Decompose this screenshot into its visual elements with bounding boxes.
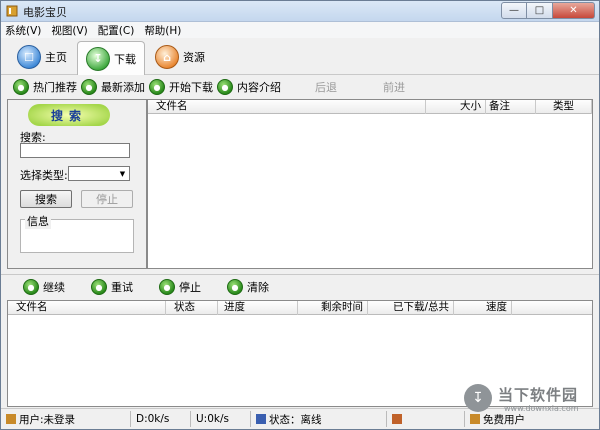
clear-button[interactable]: ● 清除 (227, 278, 269, 296)
file-list-header: 文件名 大小 备注 类型 (148, 100, 592, 114)
button-label: 继续 (43, 281, 65, 294)
column-progress[interactable]: 进度 (218, 301, 298, 315)
forward-button[interactable]: 前进 (383, 78, 405, 96)
button-label: 清除 (247, 281, 269, 294)
app-icon (6, 5, 18, 17)
column-speed[interactable]: 速度 (454, 301, 512, 315)
watermark-url: www.downxia.com (504, 404, 579, 413)
button-label: 最新添加 (101, 81, 145, 94)
button-label: 内容介绍 (237, 81, 281, 94)
stop-task-button[interactable]: ● 停止 (159, 278, 201, 296)
window-title: 电影宝贝 (23, 6, 67, 19)
latest-added-icon: ● (81, 79, 97, 95)
status-connection-text: 状态：离线 (269, 413, 322, 426)
task-toolbar: ● 继续 ● 重试 ● 停止 ● 清除 (1, 274, 599, 298)
continue-icon: ● (23, 279, 39, 295)
status-user: 用户:未登录 (3, 411, 131, 427)
download-icon: ↧ (86, 46, 110, 71)
type-label: 选择类型: (20, 169, 68, 182)
retry-button[interactable]: ● 重试 (91, 278, 133, 296)
resource-icon: ⌂ (155, 45, 179, 69)
status-connection: 状态：离线 (253, 411, 387, 427)
hot-recommend-icon: ● (13, 79, 29, 95)
file-list[interactable]: 文件名 大小 备注 类型 (147, 99, 593, 269)
tab-label: 主页 (45, 51, 67, 64)
start-download-button[interactable]: ● 开始下载 (149, 78, 213, 96)
type-select[interactable]: ▼ (68, 166, 130, 181)
column-downloaded[interactable]: 已下载/总共 (368, 301, 454, 315)
user-icon (6, 414, 16, 424)
maximize-icon[interactable]: □ (527, 2, 553, 19)
tab-resource[interactable]: ⌂ 资源 (147, 41, 213, 73)
main-window: 电影宝贝 — □ ✕ 系统(V) 视图(V) 配置(C) 帮助(H) ☐ 主页 … (0, 0, 600, 430)
search-input[interactable] (20, 143, 130, 158)
tab-download[interactable]: ↧ 下载 (77, 41, 145, 75)
tab-bar: ☐ 主页 ↧ 下载 ⌂ 资源 (1, 38, 599, 75)
start-download-icon: ● (149, 79, 165, 95)
search-panel: 搜索 搜索: 选择类型: ▼ 搜索 停止 信息 (7, 99, 147, 269)
menu-system[interactable]: 系统(V) (5, 23, 41, 38)
search-banner-text: 搜索 (50, 108, 87, 123)
column-filename[interactable]: 文件名 (8, 301, 166, 315)
status-misc (389, 411, 465, 427)
column-note[interactable]: 备注 (486, 100, 536, 114)
status-down-speed: D:0k/s (133, 411, 191, 427)
menu-view[interactable]: 视图(V) (51, 23, 87, 38)
info-box: 信息 (20, 213, 134, 253)
continue-button[interactable]: ● 继续 (23, 278, 65, 296)
button-label: 后退 (315, 81, 337, 94)
button-label: 热门推荐 (33, 81, 77, 94)
status-up-speed: U:0k/s (193, 411, 251, 427)
button-label: 停止 (179, 281, 201, 294)
window-controls: — □ ✕ (501, 2, 595, 20)
button-label: 开始下载 (169, 81, 213, 94)
column-type[interactable]: 类型 (536, 100, 592, 114)
menu-bar: 系统(V) 视图(V) 配置(C) 帮助(H) (1, 22, 599, 38)
minimize-icon[interactable]: — (501, 2, 527, 19)
search-button[interactable]: 搜索 (20, 190, 72, 208)
stop-icon: ● (159, 279, 175, 295)
main-toolbar: ● 热门推荐 ● 最新添加 ● 开始下载 ● 内容介绍 后退 前进 (1, 76, 599, 98)
watermark-text: 当下软件园 (498, 386, 579, 404)
column-size[interactable]: 大小 (426, 100, 486, 114)
content-intro-button[interactable]: ● 内容介绍 (217, 78, 281, 96)
search-banner: 搜索 (28, 104, 110, 126)
clear-icon: ● (227, 279, 243, 295)
content-intro-icon: ● (217, 79, 233, 95)
download-arrow-icon: ↧ (464, 384, 492, 412)
menu-help[interactable]: 帮助(H) (144, 23, 181, 38)
tab-label: 资源 (183, 51, 205, 64)
close-icon[interactable]: ✕ (553, 2, 595, 19)
settings-icon (392, 414, 402, 424)
status-user-text: 用户:未登录 (19, 413, 76, 426)
title-bar[interactable]: 电影宝贝 — □ ✕ (1, 1, 599, 22)
task-list-header: 文件名 状态 进度 剩余时间 已下载/总共 速度 (8, 301, 592, 315)
network-icon (256, 414, 266, 424)
chevron-down-icon[interactable]: ▼ (116, 167, 129, 180)
back-button[interactable]: 后退 (315, 78, 337, 96)
button-label: 前进 (383, 81, 405, 94)
watermark: ↧ 当下软件园 www.downxia.com (464, 382, 584, 418)
info-label: 信息 (25, 213, 51, 229)
retry-icon: ● (91, 279, 107, 295)
column-remaining[interactable]: 剩余时间 (298, 301, 368, 315)
menu-config[interactable]: 配置(C) (98, 23, 135, 38)
column-status[interactable]: 状态 (166, 301, 218, 315)
tab-label: 下载 (114, 52, 136, 66)
home-icon: ☐ (17, 45, 41, 69)
button-label: 重试 (111, 281, 133, 294)
stop-search-button[interactable]: 停止 (81, 190, 133, 208)
column-filename[interactable]: 文件名 (148, 100, 426, 114)
tab-home[interactable]: ☐ 主页 (9, 41, 75, 73)
latest-added-button[interactable]: ● 最新添加 (81, 78, 145, 96)
hot-recommend-button[interactable]: ● 热门推荐 (13, 78, 77, 96)
